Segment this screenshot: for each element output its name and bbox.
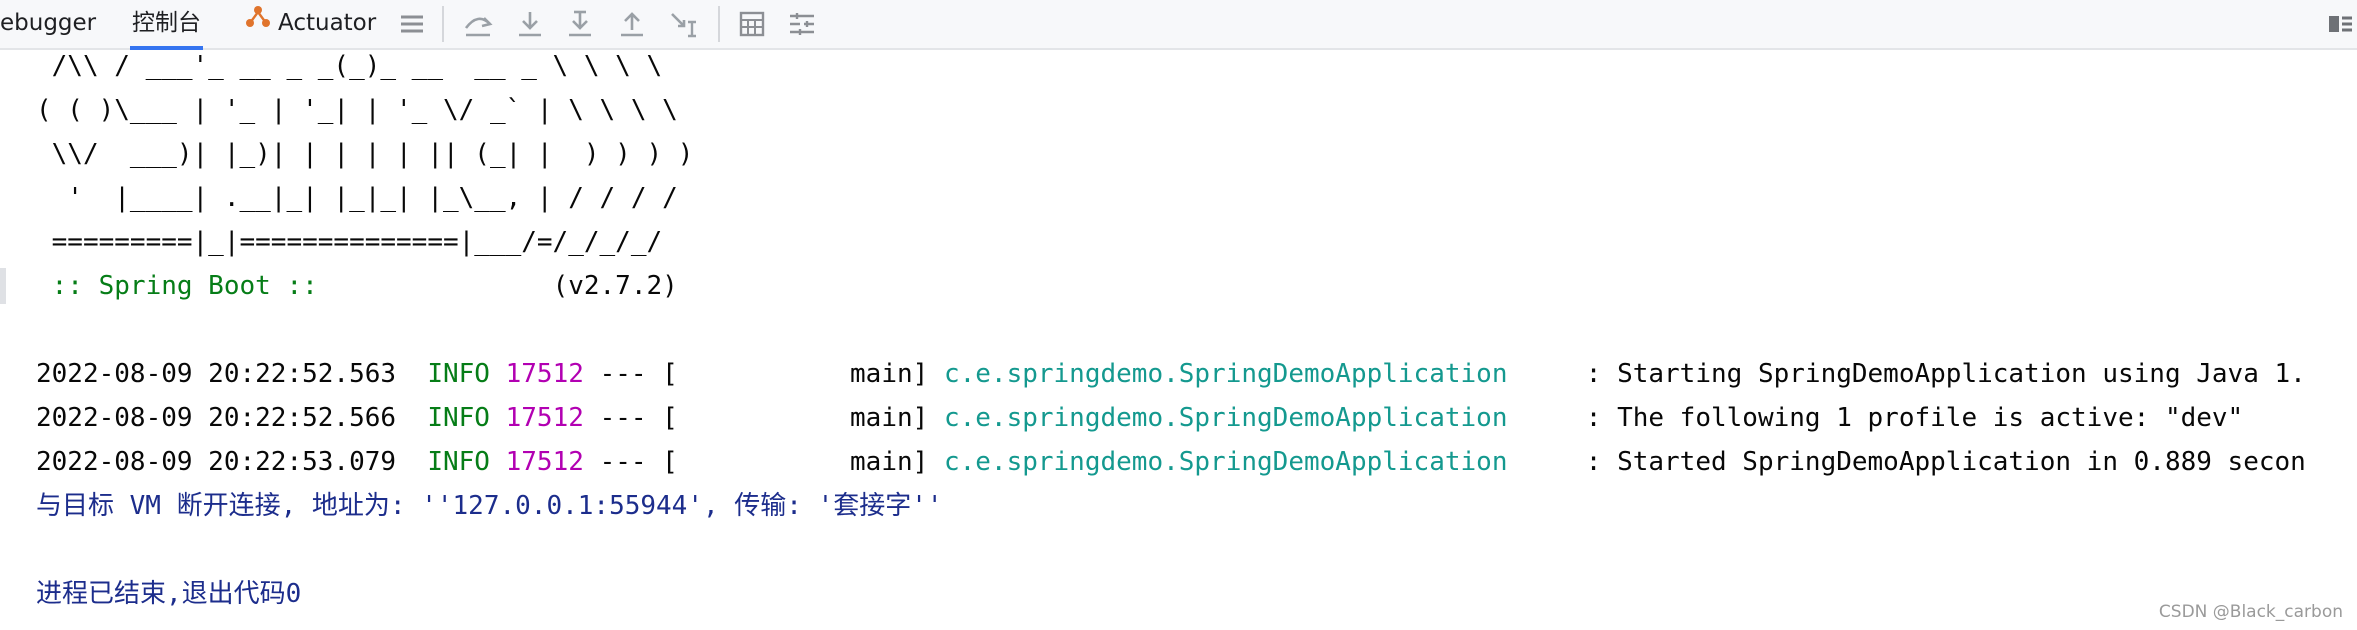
actuator-icon bbox=[244, 1, 272, 47]
log-pid: 17512 bbox=[505, 359, 584, 389]
toolbar-separator bbox=[442, 6, 444, 42]
log-timestamp: 2022-08-09 20:22:53.079 bbox=[36, 447, 397, 477]
step-out-icon[interactable] bbox=[616, 8, 648, 40]
trace-icon[interactable] bbox=[786, 8, 818, 40]
banner-line: /\\ / ___'_ __ _ _(_)_ __ __ _ \ \ \ \ bbox=[36, 51, 663, 81]
log-level: INFO bbox=[427, 403, 490, 433]
force-step-into-icon[interactable] bbox=[564, 8, 596, 40]
log-thread: main] bbox=[677, 403, 929, 433]
log-logger[interactable]: c.e.springdemo.SpringDemoApplication bbox=[944, 403, 1508, 433]
console-toolbar: ebugger 控制台 Actuator bbox=[0, 0, 2357, 50]
log-line: 2022-08-09 20:22:52.563 INFO 17512 --- [… bbox=[36, 352, 2306, 396]
log-thread: main] bbox=[677, 447, 929, 477]
log-message: : Started SpringDemoApplication in 0.889… bbox=[1585, 447, 2306, 477]
exit-message: 进程已结束,退出代码0 bbox=[36, 579, 302, 609]
log-message: : The following 1 profile is active: "de… bbox=[1585, 403, 2244, 433]
scroll-marker bbox=[0, 268, 6, 304]
log-line: 2022-08-09 20:22:52.566 INFO 17512 --- [… bbox=[36, 396, 2243, 440]
log-separator: --- [ bbox=[599, 359, 678, 389]
banner-line: \\/ ___)| |_)| | | | | || (_| | ) ) ) ) bbox=[36, 139, 694, 169]
step-over-icon[interactable] bbox=[462, 8, 494, 40]
log-pid: 17512 bbox=[505, 447, 584, 477]
watermark: CSDN @Black_carbon bbox=[2158, 602, 2343, 622]
log-line: 2022-08-09 20:22:53.079 INFO 17512 --- [… bbox=[36, 440, 2306, 484]
menu-icon[interactable] bbox=[396, 8, 428, 40]
tab-console[interactable]: 控制台 bbox=[130, 0, 203, 50]
spring-boot-label: :: Spring Boot :: bbox=[36, 271, 334, 301]
log-separator: --- [ bbox=[599, 447, 678, 477]
tab-console-label: 控制台 bbox=[132, 10, 201, 36]
log-separator: --- [ bbox=[599, 403, 678, 433]
step-into-icon[interactable] bbox=[514, 8, 546, 40]
toolbar-separator bbox=[718, 6, 720, 42]
banner-line: ' |____| .__|_| |_|_| |_\__, | / / / / bbox=[36, 183, 678, 213]
log-level: INFO bbox=[427, 447, 490, 477]
tab-debugger-label: ebugger bbox=[0, 10, 97, 36]
tab-debugger[interactable]: ebugger bbox=[0, 0, 96, 48]
log-pid: 17512 bbox=[505, 403, 584, 433]
log-level: INFO bbox=[427, 359, 490, 389]
banner-line: =========|_|==============|___/=/_/_/_/ bbox=[36, 227, 663, 257]
log-timestamp: 2022-08-09 20:22:52.566 bbox=[36, 403, 397, 433]
log-logger[interactable]: c.e.springdemo.SpringDemoApplication bbox=[944, 359, 1508, 389]
console-output[interactable]: /\\ / ___'_ __ _ _(_)_ __ __ _ \ \ \ \ (… bbox=[0, 50, 2357, 630]
log-message: : Starting SpringDemoApplication using J… bbox=[1585, 359, 2306, 389]
tab-actuator[interactable]: Actuator bbox=[244, 0, 376, 48]
evaluate-icon[interactable] bbox=[736, 8, 768, 40]
disconnect-message: 与目标 VM 断开连接, 地址为: ''127.0.0.1:55944', 传输… bbox=[36, 491, 943, 521]
tab-actuator-label: Actuator bbox=[278, 10, 377, 36]
log-thread: main] bbox=[677, 359, 929, 389]
run-to-cursor-icon[interactable] bbox=[668, 8, 700, 40]
banner-line: ( ( )\___ | '_ | '_| | '_ \/ _` | \ \ \ … bbox=[36, 95, 678, 125]
layout-icon[interactable] bbox=[2323, 8, 2355, 40]
log-timestamp: 2022-08-09 20:22:52.563 bbox=[36, 359, 397, 389]
log-logger[interactable]: c.e.springdemo.SpringDemoApplication bbox=[944, 447, 1508, 477]
spring-boot-version-line: :: Spring Boot :: (v2.7.2) bbox=[36, 264, 678, 308]
spring-boot-version: (v2.7.2) bbox=[333, 271, 678, 301]
